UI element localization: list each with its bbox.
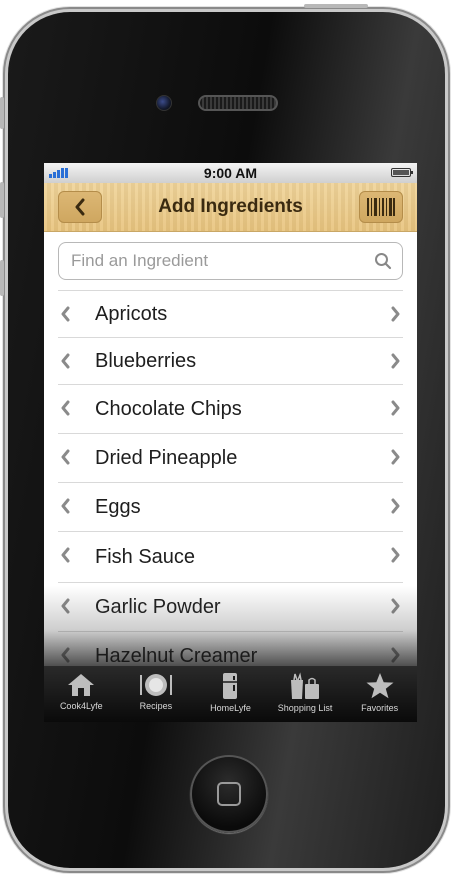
status-bar: 9:00 AM <box>44 163 417 183</box>
chevron-right-icon[interactable] <box>391 498 401 514</box>
home-button[interactable] <box>190 755 268 833</box>
fridge-icon <box>223 673 238 699</box>
barcode-scan-button[interactable] <box>359 191 403 223</box>
ingredient-row[interactable]: Dried Pineapple <box>58 434 403 483</box>
tab-label: HomeLyfe <box>210 703 251 713</box>
home-square-icon <box>217 782 241 806</box>
volume-up-button <box>0 182 4 218</box>
mute-switch <box>0 97 4 129</box>
chevron-right-icon[interactable] <box>391 449 401 465</box>
ingredient-row[interactable]: Chocolate Chips <box>58 385 403 434</box>
battery-icon <box>391 168 413 177</box>
chevron-left-icon[interactable] <box>60 598 70 614</box>
search-input[interactable]: Find an Ingredient <box>58 242 403 280</box>
earpiece-speaker <box>198 95 278 111</box>
tab-homelyfe[interactable]: HomeLyfe <box>193 666 268 722</box>
back-button[interactable] <box>58 191 102 223</box>
chevron-right-icon[interactable] <box>391 598 401 614</box>
chevron-right-icon[interactable] <box>391 647 401 663</box>
volume-down-button <box>0 260 4 296</box>
plate-icon <box>139 674 172 696</box>
ingredient-label: Hazelnut Creamer <box>95 644 258 667</box>
chevron-left-icon[interactable] <box>60 647 70 663</box>
ingredient-row[interactable]: Eggs <box>58 483 403 532</box>
ingredient-row[interactable]: Garlic Powder <box>58 583 403 632</box>
ingredient-label: Dried Pineapple <box>95 446 238 469</box>
tab-label: Recipes <box>139 701 173 711</box>
chevron-left-icon[interactable] <box>60 449 70 465</box>
ingredient-row[interactable]: Blueberries <box>58 338 403 385</box>
tab-cook4lyfe[interactable]: Cook4Lyfe <box>44 666 119 722</box>
chevron-left-icon[interactable] <box>60 498 70 514</box>
ingredient-label: Apricots <box>95 302 168 325</box>
search-placeholder: Find an Ingredient <box>71 251 209 270</box>
chevron-right-icon[interactable] <box>391 547 401 563</box>
chevron-left-icon[interactable] <box>60 306 70 322</box>
chevron-right-icon[interactable] <box>391 306 401 322</box>
chevron-left-icon[interactable] <box>60 353 70 369</box>
ingredient-label: Chocolate Chips <box>95 397 242 420</box>
house-icon <box>68 674 95 696</box>
front-camera <box>156 95 172 111</box>
tab-label: Favorites <box>361 703 399 713</box>
status-time: 9:00 AM <box>203 165 258 181</box>
ingredient-row[interactable]: Fish Sauce <box>58 532 403 583</box>
chevron-left-icon[interactable] <box>60 400 70 416</box>
search-icon <box>375 253 392 270</box>
tab-favorites[interactable]: Favorites <box>342 666 417 722</box>
ingredient-list: Apricots Blueberries Chocolate Chips Dried … <box>58 290 403 681</box>
star-icon <box>366 673 394 699</box>
ingredient-label: Fish Sauce <box>95 545 196 568</box>
ingredient-label: Garlic Powder <box>95 595 221 618</box>
page-title: Add Ingredients <box>158 196 303 217</box>
tab-label: Cook4Lyfe <box>59 701 103 711</box>
ingredient-label: Eggs <box>95 495 141 518</box>
ingredient-label: Blueberries <box>95 349 197 372</box>
grocery-bag-icon <box>291 672 320 699</box>
chevron-left-icon <box>75 198 85 216</box>
chevron-left-icon[interactable] <box>60 547 70 563</box>
app-screen: 9:00 AM Add Ingredients Find an Ingredie… <box>44 163 417 722</box>
chevron-right-icon[interactable] <box>391 353 401 369</box>
tab-recipes[interactable]: Recipes <box>119 666 194 722</box>
navigation-bar: Add Ingredients <box>44 183 417 232</box>
power-button <box>304 4 368 8</box>
tab-label: Shopping List <box>277 703 333 713</box>
tab-bar: Cook4Lyfe Recipes HomeLyfe Shopping List… <box>44 666 417 722</box>
barcode-icon <box>367 198 395 216</box>
ingredient-row[interactable]: Apricots <box>58 291 403 338</box>
signal-strength-icon <box>49 168 68 178</box>
chevron-right-icon[interactable] <box>391 400 401 416</box>
tab-shopping-list[interactable]: Shopping List <box>268 666 343 722</box>
